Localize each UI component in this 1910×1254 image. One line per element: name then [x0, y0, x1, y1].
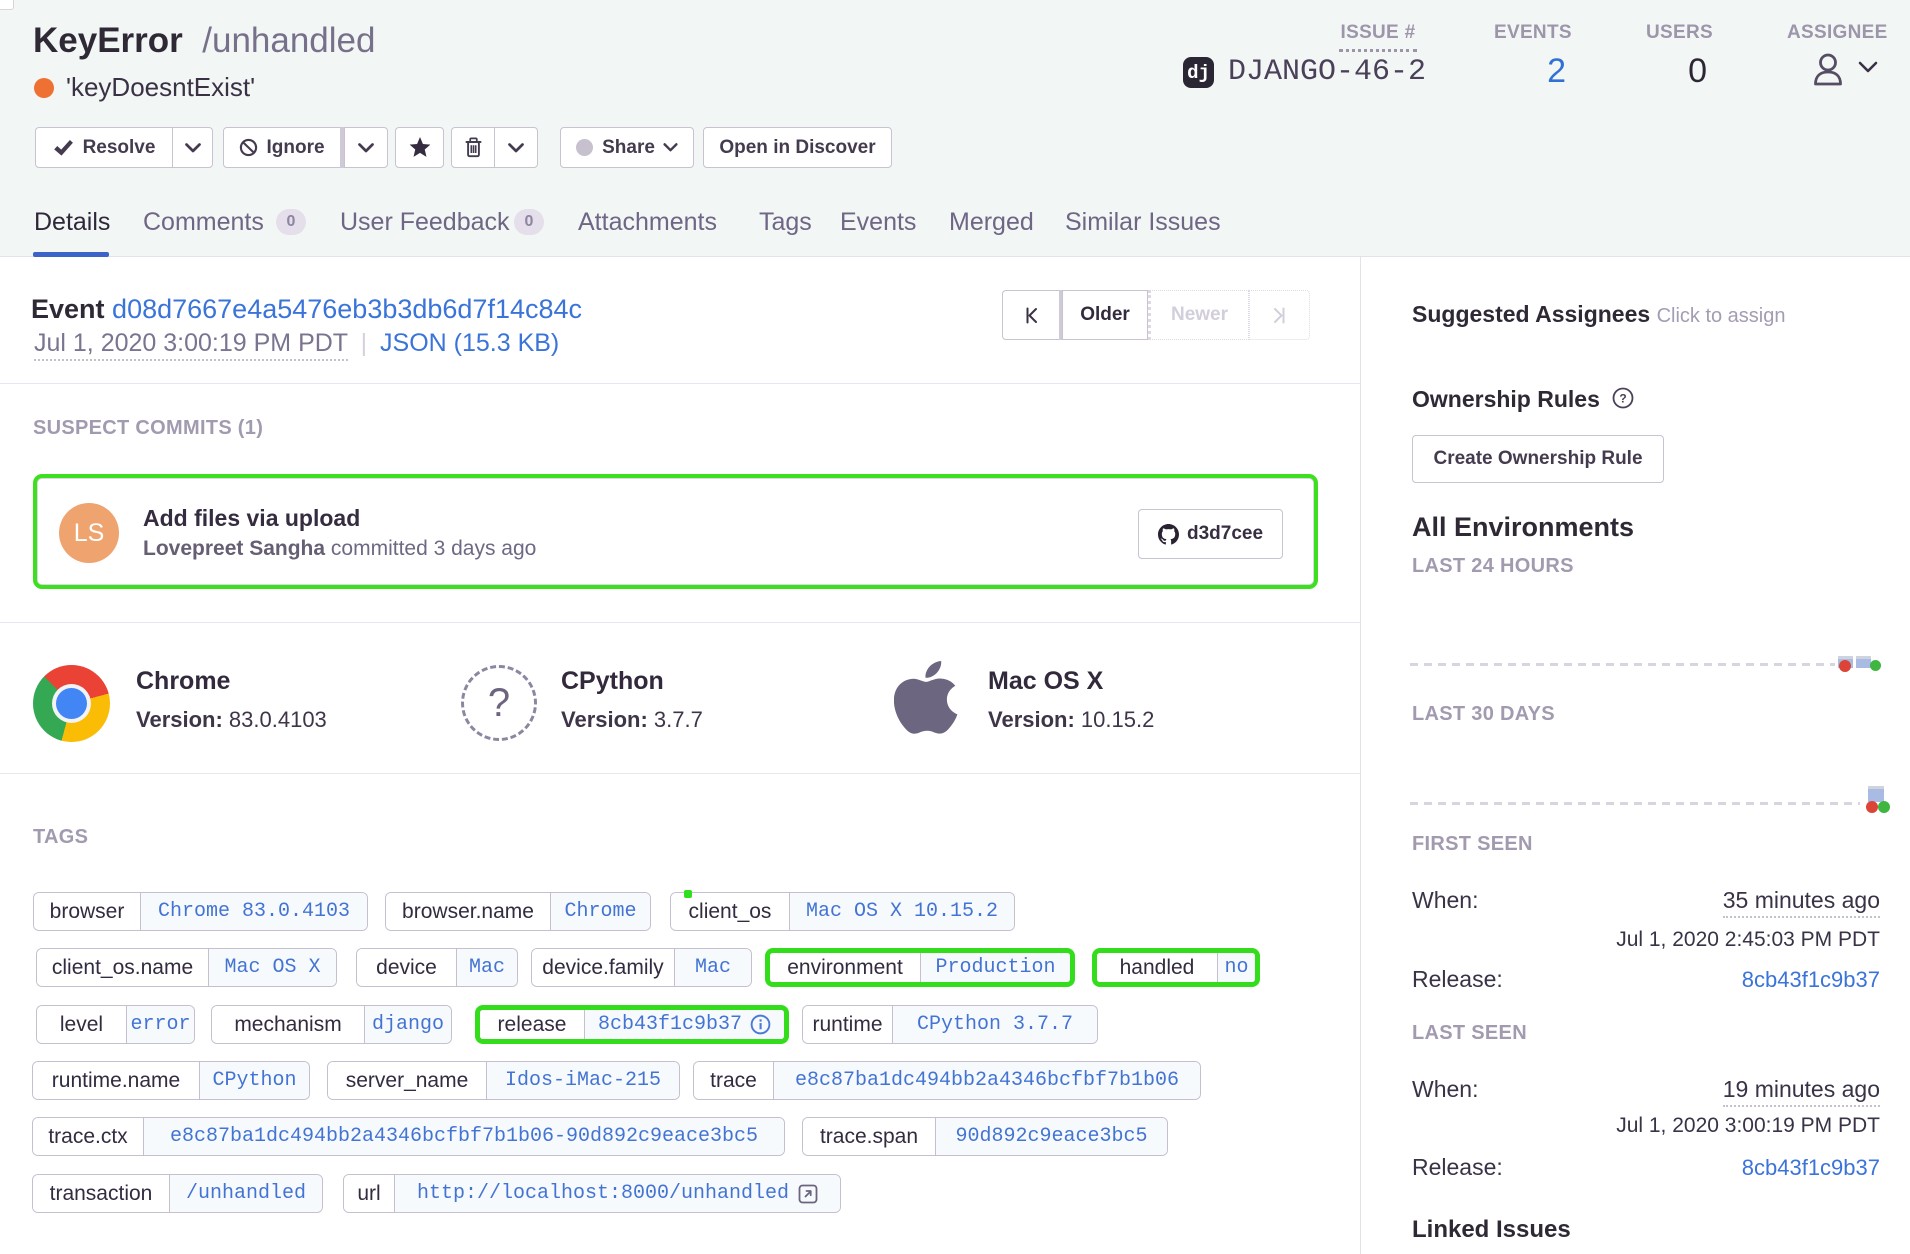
svg-text:?: ? — [1620, 392, 1627, 406]
